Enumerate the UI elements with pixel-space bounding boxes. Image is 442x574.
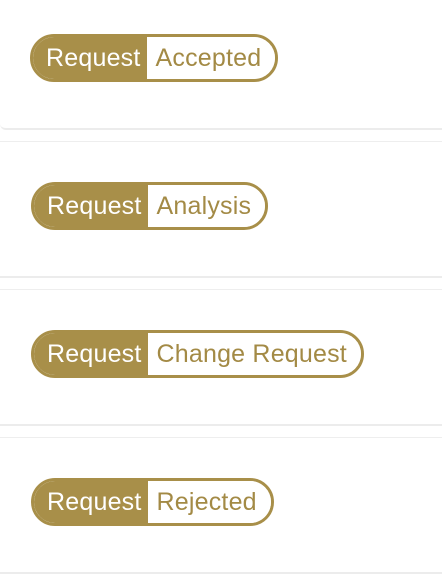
badge-label: Request	[34, 481, 148, 523]
badge-value: Change Request	[147, 333, 361, 375]
status-card-list: Request Accepted Request Analysis Reques…	[0, 0, 442, 574]
badge-value: Analysis	[147, 185, 266, 227]
badge-value: Accepted	[146, 37, 276, 79]
status-card: Request Rejected	[0, 437, 442, 574]
status-badge: Request Rejected	[31, 478, 274, 526]
badge-label: Request	[33, 37, 147, 79]
badge-label: Request	[34, 333, 148, 375]
badge-label: Request	[34, 185, 148, 227]
status-badge: Request Analysis	[31, 182, 269, 230]
status-badge: Request Change Request	[31, 330, 364, 378]
status-card: Request Change Request	[0, 289, 442, 426]
status-card: Request Analysis	[0, 141, 442, 278]
status-badge: Request Accepted	[30, 34, 279, 82]
badge-value: Rejected	[147, 481, 271, 523]
status-card: Request Accepted	[0, 0, 442, 130]
